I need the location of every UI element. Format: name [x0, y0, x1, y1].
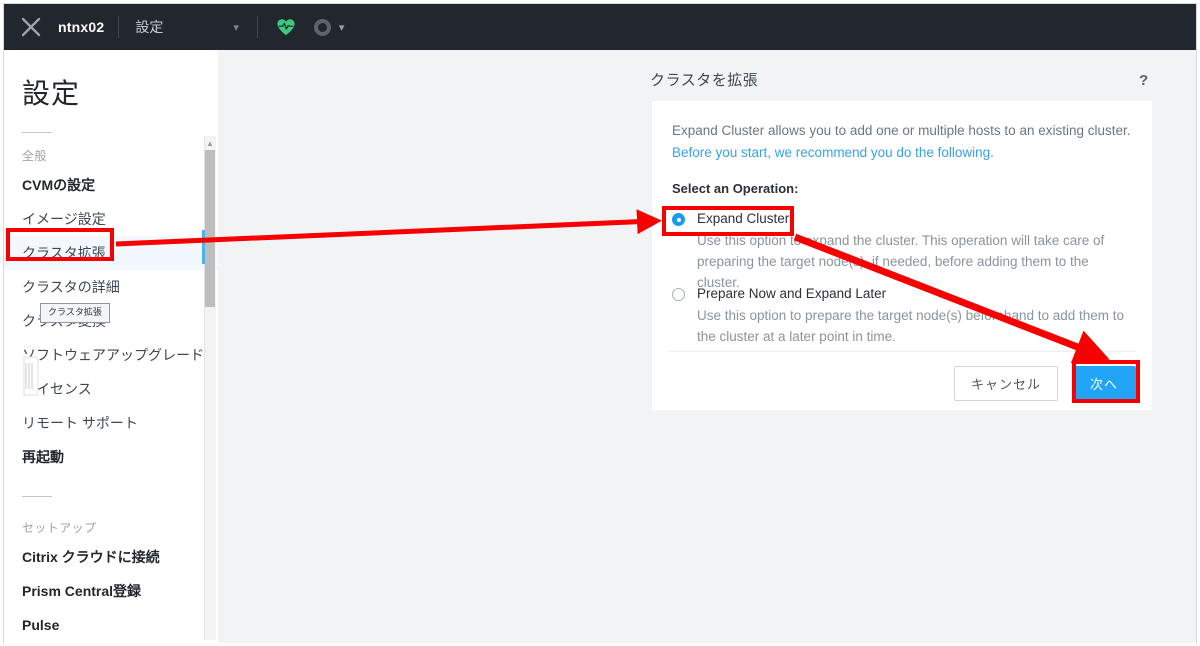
sidebar-item-pulse[interactable]: Pulse	[4, 608, 218, 642]
sidebar-active-indicator	[202, 230, 205, 264]
heart-pulse-icon[interactable]	[276, 18, 296, 36]
sidebar-item-cvm-settings[interactable]: CVMの設定	[4, 168, 218, 202]
cluster-name[interactable]: ntnx02	[58, 19, 118, 35]
circle-ring-icon[interactable]	[313, 18, 331, 36]
sidebar-item-connect-to-citrix-cloud[interactable]: Citrix クラウドに接続	[4, 540, 218, 574]
sidebar-divider	[22, 496, 52, 497]
card-footer-divider	[668, 351, 1136, 352]
page-curl-decoration	[23, 356, 39, 396]
cancel-button[interactable]: キャンセル	[953, 366, 1058, 401]
help-icon[interactable]: ?	[1139, 72, 1148, 89]
card-button-row: キャンセル 次へ	[953, 366, 1136, 401]
option-expand-cluster[interactable]: Expand Cluster Use this option to expand…	[672, 211, 1132, 293]
sidebar-item-rack-configuration[interactable]: ラックの設定	[4, 642, 218, 643]
sidebar-section-setup: セットアップ	[22, 521, 97, 535]
settings-sidebar: 設定 全般 CVMの設定 イメージ設定 クラスタ拡張 クラスタの詳細 クラスタ変…	[4, 50, 218, 643]
panel-title: クラスタを拡張	[650, 72, 759, 89]
radio-expand-cluster[interactable]	[672, 213, 685, 226]
option-description-prepare-now: Use this option to prepare the target no…	[697, 308, 1125, 344]
nutanix-x-logo-icon[interactable]	[4, 15, 58, 39]
tooltip-expand-cluster: クラスタ拡張	[40, 303, 110, 323]
intro-text: Expand Cluster allows you to add one or …	[672, 123, 1131, 138]
next-button[interactable]: 次へ	[1071, 366, 1136, 401]
sidebar-item-expand-cluster[interactable]: クラスタ拡張	[4, 236, 218, 270]
option-label-prepare-now: Prepare Now and Expand Later	[697, 286, 887, 301]
scroll-up-arrow-icon[interactable]: ▲	[205, 139, 215, 149]
sidebar-item-reboot[interactable]: 再起動	[4, 440, 218, 474]
select-operation-label: Select an Operation:	[672, 181, 799, 196]
sidebar-scrollbar-thumb[interactable]	[205, 150, 215, 307]
app-screenshot: ntnx02 設定 ▾ ▾ 設定 全般 CVMの設定 イメージ設定 クラスタ拡張…	[0, 0, 1200, 646]
page-label[interactable]: 設定	[119, 17, 163, 37]
sidebar-item-prism-central-registration[interactable]: Prism Central登録	[4, 574, 218, 608]
expand-cluster-card: Expand Cluster allows you to add one or …	[652, 101, 1152, 410]
user-chevron-down-icon[interactable]: ▾	[339, 21, 345, 34]
option-description-expand-cluster: Use this option to expand the cluster. T…	[697, 233, 1105, 290]
radio-prepare-now-and-expand-later[interactable]	[672, 288, 685, 301]
recommendation-link[interactable]: Before you start, we recommend you do th…	[672, 142, 994, 164]
top-bar: ntnx02 設定 ▾ ▾	[4, 4, 1196, 50]
sidebar-title: 設定	[22, 78, 81, 109]
chevron-down-icon[interactable]: ▾	[233, 21, 239, 34]
sidebar-item-cluster-conversion[interactable]: クラスタ変換	[4, 304, 218, 338]
sidebar-item-cluster-details[interactable]: クラスタの詳細	[4, 270, 218, 304]
sidebar-item-remote-support[interactable]: リモート サポート	[4, 406, 218, 440]
sidebar-section-general: 全般	[22, 149, 47, 163]
sidebar-item-image-settings[interactable]: イメージ設定	[4, 202, 218, 236]
content-area: クラスタを拡張 ? Expand Cluster allows you to a…	[218, 50, 1196, 643]
topbar-divider-2	[256, 16, 258, 38]
option-prepare-now[interactable]: Prepare Now and Expand Later Use this op…	[672, 286, 1132, 347]
option-label-expand-cluster: Expand Cluster	[697, 211, 790, 226]
